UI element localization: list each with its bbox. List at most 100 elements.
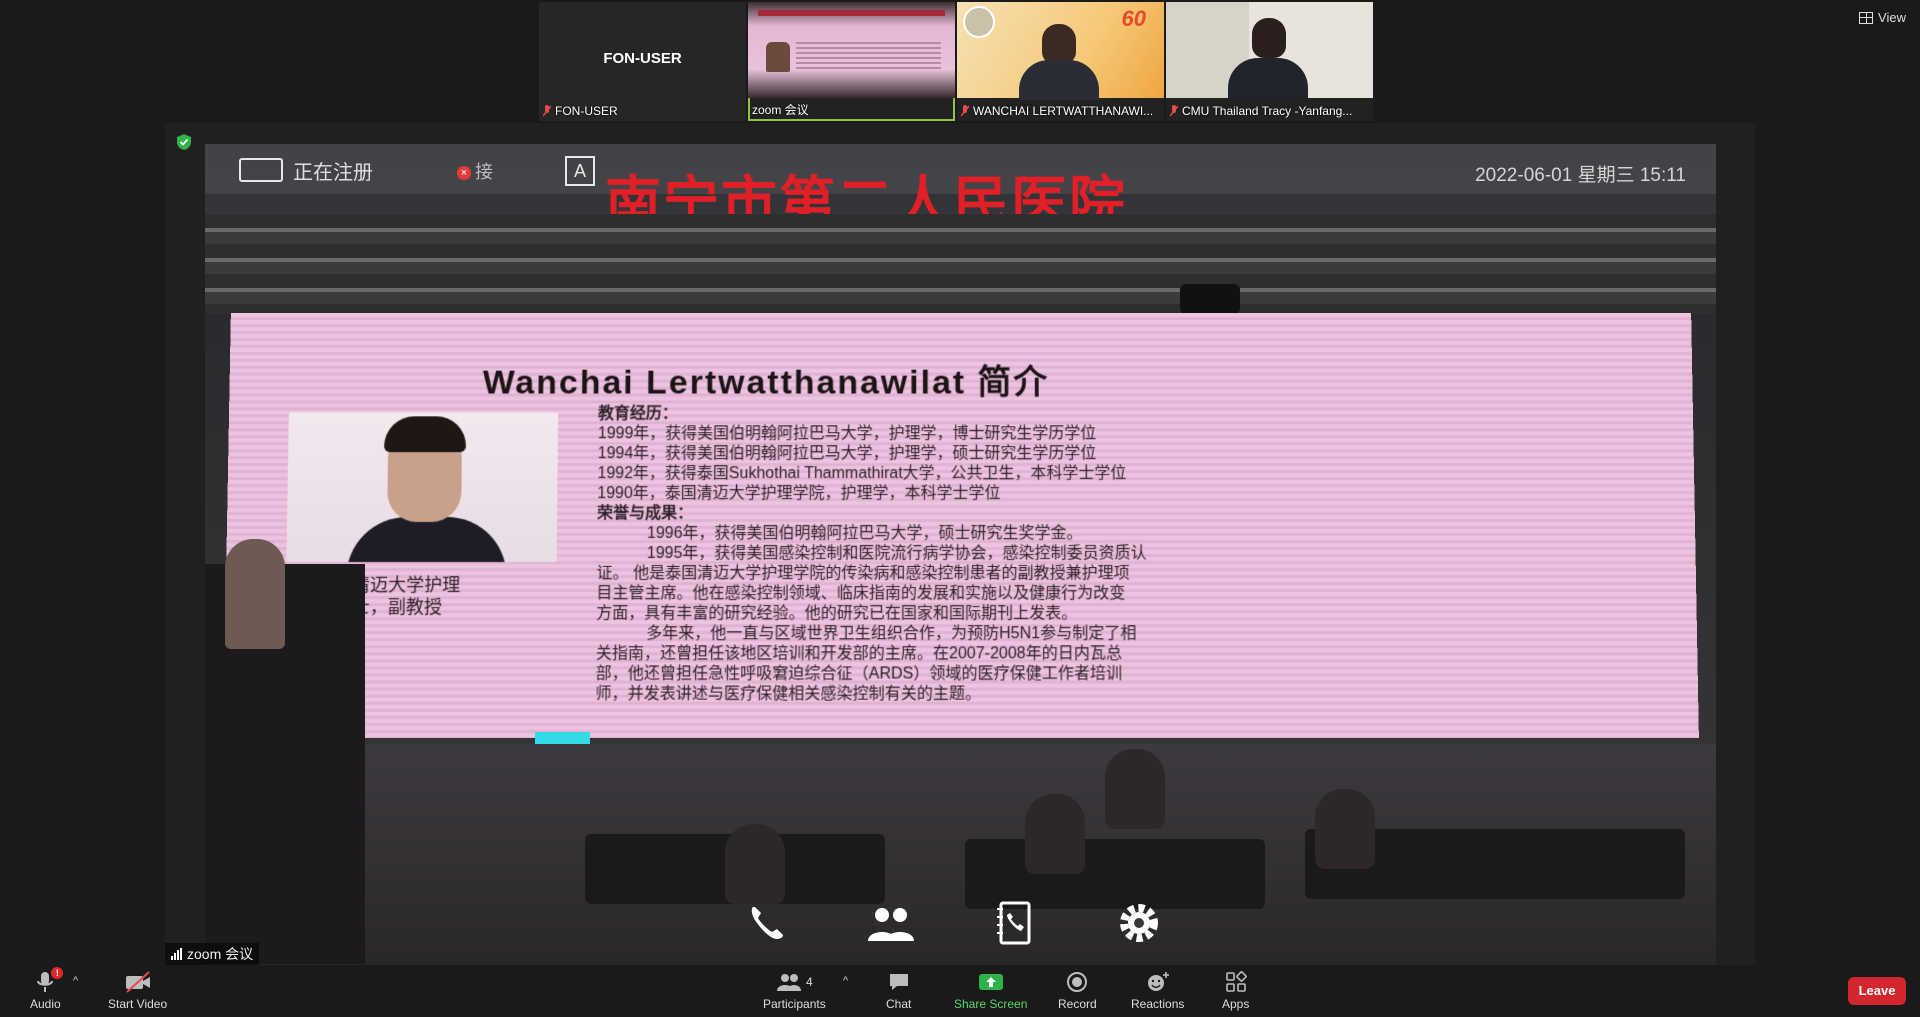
font-a-icon: A xyxy=(565,156,595,186)
participant-tile-fon-user[interactable]: FON-USER FON-USER xyxy=(539,2,746,121)
leave-button[interactable]: Leave xyxy=(1848,977,1906,1005)
participant-label-text: CMU Thailand Tracy -Yanfang... xyxy=(1182,104,1353,118)
thumbnail-video xyxy=(1166,2,1373,98)
participant-label: CMU Thailand Tracy -Yanfang... xyxy=(1170,104,1369,118)
participants-icon: 4 xyxy=(776,969,813,995)
broadcast-topbar: 正在注册 × 接 A 南宁市第二人民医院 2022-06-01 星期三 15:1… xyxy=(205,144,1716,236)
participant-strip: FON-USER FON-USER zoom 会议 60 WANCHAI LER… xyxy=(539,2,1373,121)
apps-icon xyxy=(1225,969,1247,995)
led-artifact xyxy=(535,732,590,744)
topbar-status-text: 正在注册 xyxy=(293,162,373,184)
close-icon: × xyxy=(457,166,471,180)
person-body xyxy=(1019,60,1099,100)
broadcast-datetime: 2022-06-01 星期三 15:11 xyxy=(1475,165,1686,186)
mic-muted-icon xyxy=(1170,105,1178,117)
apps-button[interactable]: Apps xyxy=(1222,969,1249,1011)
person-head xyxy=(1252,18,1286,58)
audio-button[interactable]: ! Audio xyxy=(30,967,64,1011)
honors-heading: 荣誉与成果： xyxy=(597,505,694,523)
share-screen-button[interactable]: Share Screen xyxy=(954,969,1027,1011)
presenter xyxy=(225,539,285,649)
grid-view-icon xyxy=(1859,11,1874,24)
speaker-name-tag: zoom 会议 xyxy=(165,943,260,965)
participant-label-text: WANCHAI LERTWATTHANAWI... xyxy=(973,104,1154,118)
contacts-book-icon xyxy=(988,896,1042,950)
education-line: 1992年，获得泰国Sukhothai Thammathirat大学，公共卫生，… xyxy=(597,465,1127,483)
mic-muted-icon xyxy=(961,105,969,117)
thumb-portrait xyxy=(766,42,790,72)
share-screen-icon xyxy=(978,969,1004,995)
portrait-suit xyxy=(346,517,508,563)
chat-button[interactable]: Chat xyxy=(886,969,911,1011)
view-button[interactable]: View xyxy=(1859,10,1906,25)
reactions-label: Reactions xyxy=(1131,997,1185,1011)
participants-icon xyxy=(239,158,283,182)
participant-tile-cmu-tracy[interactable]: CMU Thailand Tracy -Yanfang... xyxy=(1166,2,1373,121)
person-body xyxy=(1228,58,1308,98)
thumb-banner xyxy=(758,10,945,16)
ceiling xyxy=(205,214,1716,314)
slide-title: Wanchai Lertwatthanawilat 简介 xyxy=(482,363,1050,402)
audience-member xyxy=(1025,794,1085,874)
apps-label: Apps xyxy=(1222,997,1250,1011)
anniversary-logo: 60 xyxy=(1121,6,1146,31)
participant-label: WANCHAI LERTWATTHANAWI... xyxy=(961,104,1160,118)
bio-line: 证。 他是泰国清迈大学护理学院的传染病和感染控制患者的副教授兼护理项 xyxy=(596,565,1130,583)
bio-line: 关指南，还曾担任该地区培训和开发部的主席。在2007-2008年的日内瓦总 xyxy=(595,645,1123,663)
education-line: 1990年，泰国清迈大学护理学院，护理学，本科学士学位 xyxy=(597,485,1001,503)
participant-label: zoom 会议 xyxy=(752,101,951,118)
speaker-name-text: zoom 会议 xyxy=(187,946,254,962)
topbar-status-text-2: 接 xyxy=(475,162,493,182)
participants-count: 4 xyxy=(806,975,813,989)
record-icon xyxy=(1066,969,1088,995)
start-video-label: Start Video xyxy=(108,997,168,1011)
participant-tile-zoom-meeting[interactable]: zoom 会议 xyxy=(748,2,955,121)
participant-label-text: zoom 会议 xyxy=(752,103,809,117)
bio-line: 目主管主席。他在感染控制领域、临床指南的发展和实施以及健康行为改变 xyxy=(596,585,1126,603)
share-screen-label: Share Screen xyxy=(954,997,1028,1011)
audio-label: Audio xyxy=(30,997,61,1011)
slide-screen: Wanchai Lertwatthanawilat 简介 泰国清迈大学护理 院博… xyxy=(223,313,1699,739)
shared-video-feed: 正在注册 × 接 A 南宁市第二人民医院 2022-06-01 星期三 15:1… xyxy=(205,144,1716,965)
main-video[interactable]: 正在注册 × 接 A 南宁市第二人民医院 2022-06-01 星期三 15:1… xyxy=(165,123,1755,965)
thumbnail-video: 60 xyxy=(957,2,1164,100)
participants-button[interactable]: 4 Participants xyxy=(763,969,826,1011)
reactions-button[interactable]: Reactions xyxy=(1131,969,1184,1011)
meeting-toolbar: ! Audio ^ Start Video 4 Participants ^ C… xyxy=(0,965,1920,1017)
record-button[interactable]: Record xyxy=(1058,969,1097,1011)
person-head xyxy=(1042,24,1076,64)
group-icon xyxy=(864,896,918,950)
bio-line: 师，并发表讲述与医疗保健相关感染控制有关的主题。 xyxy=(595,685,982,703)
thumb-text-lines xyxy=(796,42,941,72)
audio-warning-badge: ! xyxy=(51,967,64,979)
education-line: 1994年，获得美国伯明翰阿拉巴马大学，护理学，硕士研究生学历学位 xyxy=(597,445,1097,463)
bio-line: 部，他还曾担任急性呼吸窘迫综合征（ARDS）领域的医疗保健工作者培训 xyxy=(595,665,1123,683)
university-logo xyxy=(963,6,995,38)
education-line: 1999年，获得美国伯明翰阿拉巴马大学，护理学，博士研究生学历学位 xyxy=(597,425,1097,443)
participants-label: Participants xyxy=(763,997,826,1011)
encryption-shield-icon[interactable] xyxy=(175,133,193,151)
view-label: View xyxy=(1878,10,1906,25)
projector xyxy=(1180,284,1240,314)
chat-label: Chat xyxy=(886,997,912,1011)
smiley-plus-icon xyxy=(1146,969,1170,995)
chat-bubble-icon xyxy=(888,969,910,995)
broadcast-controls xyxy=(740,896,1166,950)
phone-icon xyxy=(740,896,794,950)
microphone-icon: ! xyxy=(35,967,64,995)
video-off-icon xyxy=(124,969,152,995)
audience-member xyxy=(1315,789,1375,869)
bio-line: 方面，具有丰富的研究经验。他的研究已在国家和国际期刊上发表。 xyxy=(596,605,1078,623)
start-video-button[interactable]: Start Video xyxy=(108,969,167,1011)
record-label: Record xyxy=(1058,997,1097,1011)
audio-options-chevron-icon[interactable]: ^ xyxy=(73,975,78,987)
audience-member xyxy=(725,824,785,904)
speaker-portrait xyxy=(286,412,559,563)
thumbnail-video xyxy=(748,2,955,98)
participants-options-chevron-icon[interactable]: ^ xyxy=(843,975,848,987)
participant-tile-wanchai[interactable]: 60 WANCHAI LERTWATTHANAWI... xyxy=(957,2,1164,121)
bio-line: 多年来，他一直与区域世界卫生组织合作，为预防H5N1参与制定了相 xyxy=(646,625,1137,643)
settings-gear-icon xyxy=(1112,896,1166,950)
education-heading: 教育经历： xyxy=(597,405,678,423)
honors-line: 1995年，获得美国感染控制和医院流行病学协会，感染控制委员资质认 xyxy=(646,544,1147,563)
